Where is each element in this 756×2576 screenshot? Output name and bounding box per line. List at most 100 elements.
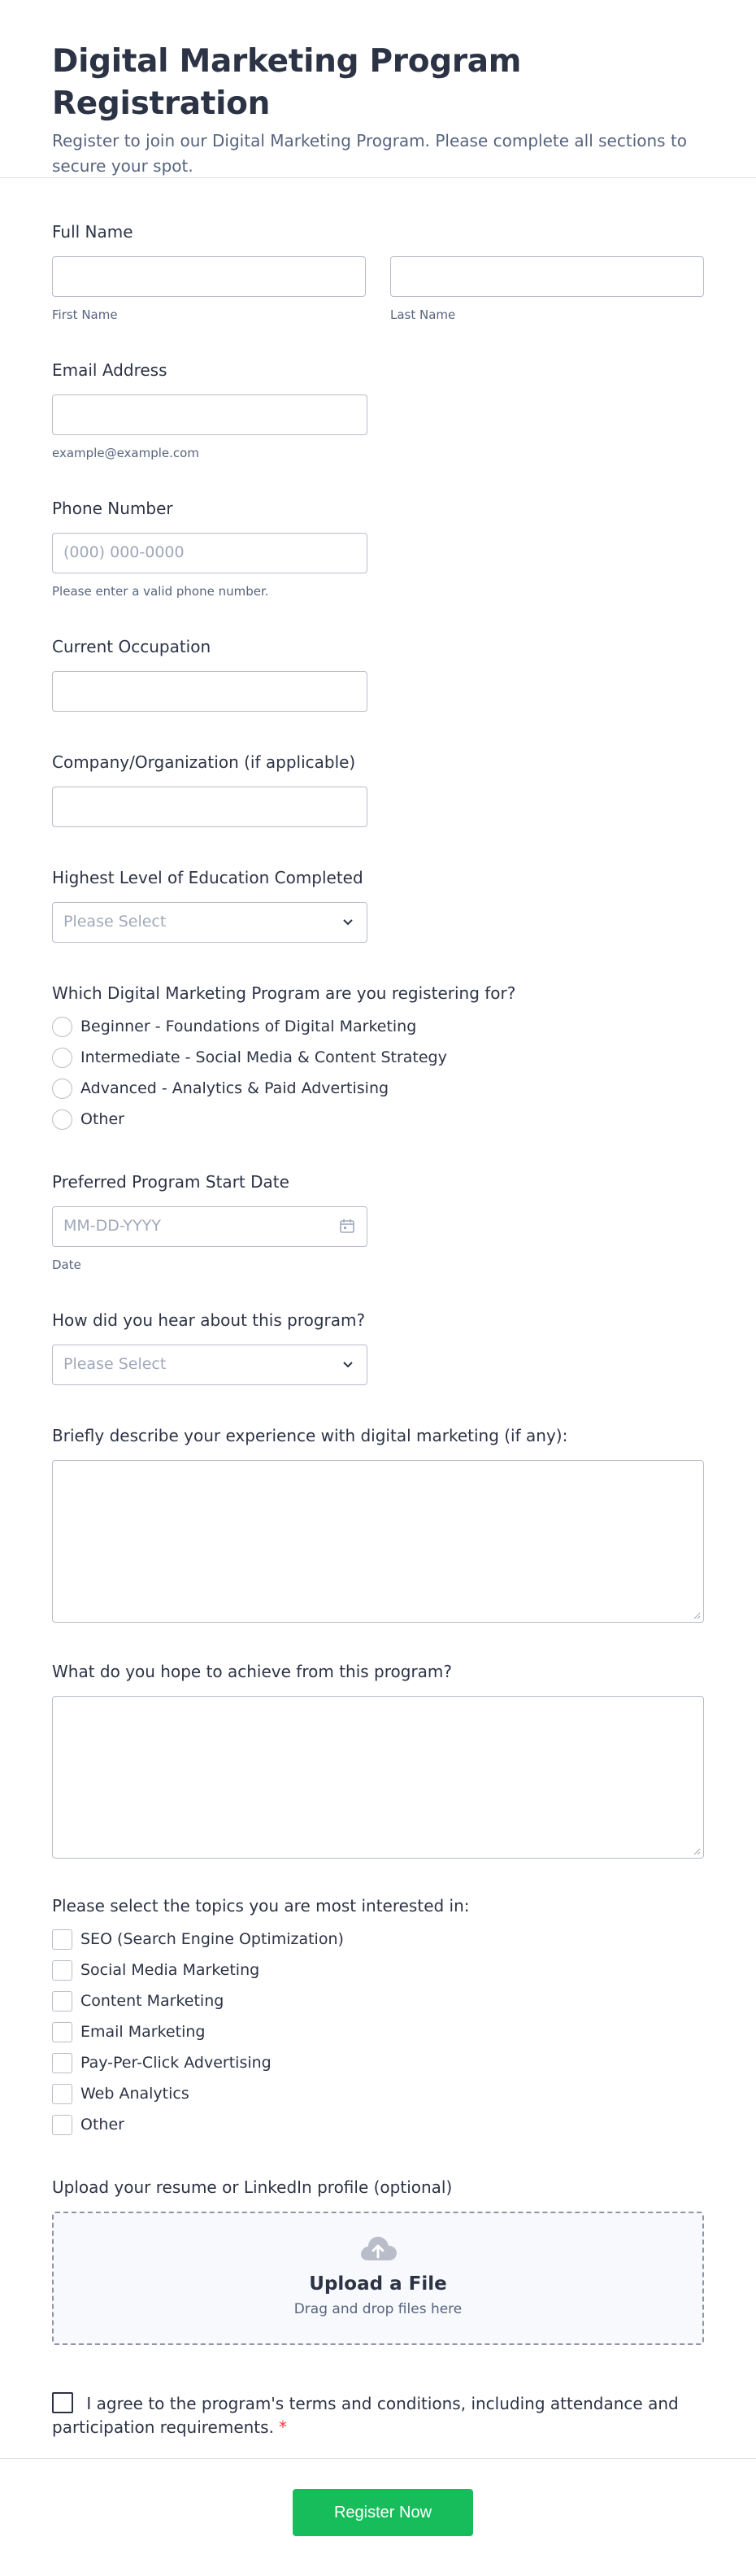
checkbox[interactable] [52, 1959, 72, 1981]
radio-button[interactable] [52, 1078, 72, 1099]
achieve-textarea[interactable] [52, 1696, 704, 1859]
start-date-label: Preferred Program Start Date [52, 1172, 289, 1192]
form-header: Digital Marketing Program Registration R… [0, 0, 756, 178]
experience-textarea[interactable] [52, 1460, 704, 1623]
topic-option-label: Email Marketing [80, 2023, 206, 2041]
company-label: Company/Organization (if applicable) [52, 752, 356, 772]
topic-option-label: Social Media Marketing [80, 1961, 260, 1979]
terms-row: I agree to the program's terms and condi… [52, 2392, 704, 2439]
education-field: Highest Level of Education Completed Ple… [52, 866, 704, 943]
topic-option-label: Other [80, 2116, 124, 2134]
upload-label: Upload your resume or LinkedIn profile (… [52, 2177, 453, 2197]
start-date-placeholder: MM-DD-YYYY [63, 1217, 161, 1235]
program-option[interactable]: Intermediate - Social Media & Content St… [52, 1042, 704, 1073]
phone-input[interactable]: (000) 000-0000 [52, 533, 367, 573]
email-label: Email Address [52, 360, 167, 380]
email-sublabel: example@example.com [52, 446, 199, 460]
topic-option[interactable]: SEO (Search Engine Optimization) [52, 1924, 704, 1955]
radio-button[interactable] [52, 1047, 72, 1068]
full-name-field: Full Name First Name Last Name [52, 220, 704, 323]
experience-label: Briefly describe your experience with di… [52, 1426, 568, 1445]
phone-sublabel: Please enter a valid phone number. [52, 584, 269, 599]
checkbox[interactable] [52, 2083, 72, 2104]
form-footer: Register Now [0, 2458, 756, 2576]
email-field: Email Address example@example.com [52, 359, 704, 461]
program-option[interactable]: Other [52, 1104, 704, 1135]
occupation-field: Current Occupation [52, 635, 704, 712]
chevron-down-icon [343, 1362, 353, 1368]
program-label: Which Digital Marketing Program are you … [52, 983, 516, 1003]
first-name-sublabel: First Name [52, 307, 118, 322]
program-option[interactable]: Advanced - Analytics & Paid Advertising [52, 1073, 704, 1104]
company-field: Company/Organization (if applicable) [52, 751, 704, 827]
full-name-label: Full Name [52, 222, 133, 242]
start-date-field: Preferred Program Start Date MM-DD-YYYY … [52, 1170, 704, 1273]
page-subtitle: Register to join our Digital Marketing P… [52, 131, 688, 176]
hear-placeholder: Please Select [63, 1355, 167, 1373]
upload-title: Upload a File [309, 2273, 447, 2295]
start-date-input[interactable]: MM-DD-YYYY [52, 1206, 367, 1247]
topic-option[interactable]: Other [52, 2109, 704, 2140]
last-name-input[interactable] [390, 256, 704, 297]
upload-dropzone[interactable]: Upload a File Drag and drop files here [52, 2212, 704, 2345]
phone-placeholder: (000) 000-0000 [63, 543, 185, 561]
checkbox[interactable] [52, 2052, 72, 2073]
topics-field: Please select the topics you are most in… [52, 1894, 704, 2140]
topic-option[interactable]: Content Marketing [52, 1985, 704, 2016]
registration-form-page: Digital Marketing Program Registration R… [0, 0, 756, 2576]
program-option-label: Other [80, 1110, 124, 1128]
resize-handle-icon[interactable] [693, 1847, 701, 1855]
radio-button[interactable] [52, 1109, 72, 1130]
phone-field: Phone Number (000) 000-0000 Please enter… [52, 497, 704, 599]
education-select[interactable]: Please Select [52, 902, 367, 943]
upload-subtitle: Drag and drop files here [293, 2301, 463, 2317]
program-option-label: Beginner - Foundations of Digital Market… [80, 1018, 417, 1035]
topic-option[interactable]: Social Media Marketing [52, 1955, 704, 1985]
required-mark: * [278, 2417, 287, 2437]
topic-option[interactable]: Pay-Per-Click Advertising [52, 2047, 704, 2078]
hear-select[interactable]: Please Select [52, 1345, 367, 1385]
experience-field: Briefly describe your experience with di… [52, 1424, 704, 1623]
company-input[interactable] [52, 787, 367, 827]
checkbox[interactable] [52, 1929, 72, 1950]
checkbox[interactable] [52, 2114, 72, 2135]
upload-field: Upload your resume or LinkedIn profile (… [52, 2176, 704, 2345]
start-date-sublabel: Date [52, 1257, 81, 1272]
phone-label: Phone Number [52, 499, 173, 518]
topics-label: Please select the topics you are most in… [52, 1896, 470, 1916]
education-placeholder: Please Select [63, 913, 167, 931]
terms-label: I agree to the program's terms and condi… [52, 2394, 679, 2437]
hear-field: How did you hear about this program? Ple… [52, 1309, 704, 1385]
page-title: Digital Marketing Program Registration [52, 43, 522, 122]
terms-field: I agree to the program's terms and condi… [52, 2392, 704, 2439]
program-option-label: Advanced - Analytics & Paid Advertising [80, 1079, 389, 1097]
topic-option[interactable]: Web Analytics [52, 2078, 704, 2109]
hear-label: How did you hear about this program? [52, 1310, 366, 1330]
program-option[interactable]: Beginner - Foundations of Digital Market… [52, 1011, 704, 1042]
occupation-label: Current Occupation [52, 637, 211, 656]
chevron-down-icon [343, 919, 353, 926]
radio-button[interactable] [52, 1016, 72, 1037]
occupation-input[interactable] [52, 671, 367, 712]
topic-option-label: Content Marketing [80, 1992, 224, 2010]
education-label: Highest Level of Education Completed [52, 868, 363, 887]
achieve-label: What do you hope to achieve from this pr… [52, 1662, 453, 1681]
topic-option-label: SEO (Search Engine Optimization) [80, 1930, 344, 1948]
program-field: Which Digital Marketing Program are you … [52, 982, 704, 1135]
first-name-input[interactable] [52, 256, 366, 297]
checkbox[interactable] [52, 1990, 72, 2012]
cloud-upload-icon [361, 2236, 397, 2260]
checkbox[interactable] [52, 2021, 72, 2042]
program-option-label: Intermediate - Social Media & Content St… [80, 1048, 447, 1066]
form-body: Full Name First Name Last Name Email Add… [0, 178, 756, 2439]
register-button[interactable]: Register Now [293, 2489, 473, 2536]
email-input[interactable] [52, 394, 367, 435]
topic-option-label: Pay-Per-Click Advertising [80, 2054, 272, 2072]
topic-option[interactable]: Email Marketing [52, 2016, 704, 2047]
terms-checkbox[interactable] [52, 2392, 73, 2413]
achieve-field: What do you hope to achieve from this pr… [52, 1660, 704, 1859]
topic-option-label: Web Analytics [80, 2085, 189, 2103]
resize-handle-icon[interactable] [693, 1611, 701, 1619]
last-name-sublabel: Last Name [390, 307, 456, 322]
calendar-icon[interactable] [339, 1218, 355, 1234]
